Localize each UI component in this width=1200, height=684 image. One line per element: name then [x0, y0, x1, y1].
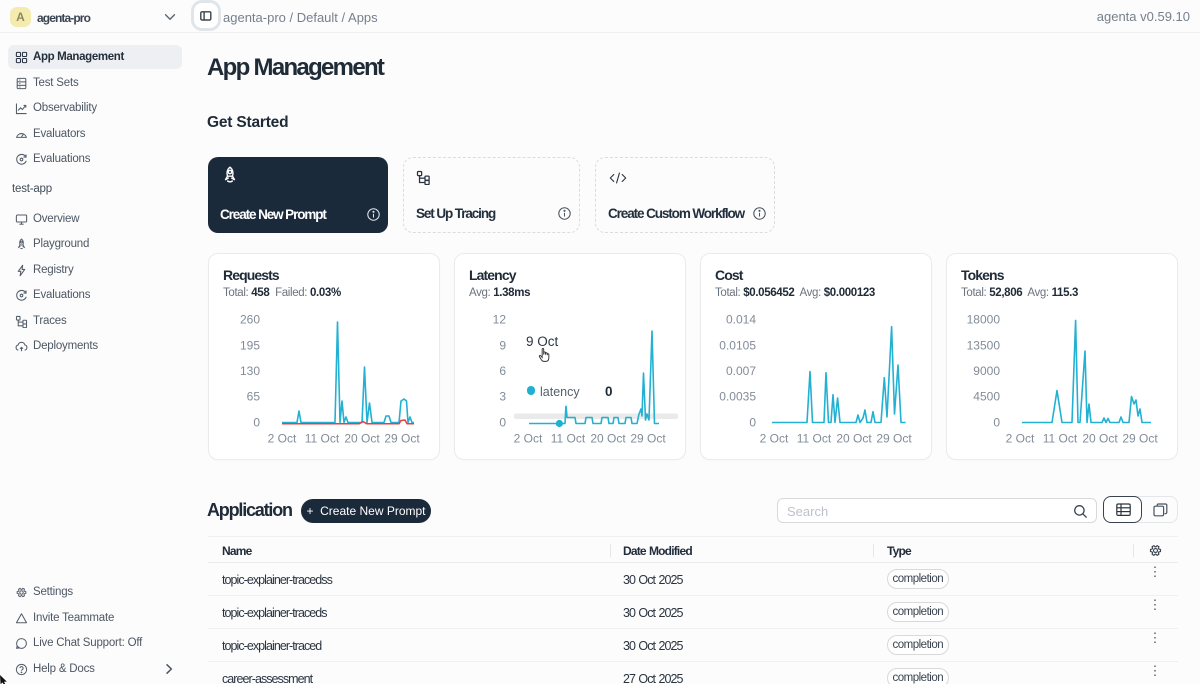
- svg-text:0: 0: [499, 416, 506, 430]
- svg-text:2 Oct: 2 Oct: [268, 432, 297, 446]
- svg-text:20 Oct: 20 Oct: [590, 432, 626, 446]
- svg-text:6: 6: [499, 364, 506, 378]
- svg-text:9000: 9000: [973, 364, 1000, 378]
- svg-text:20 Oct: 20 Oct: [1082, 432, 1118, 446]
- svg-text:29 Oct: 29 Oct: [876, 432, 912, 446]
- svg-text:2 Oct: 2 Oct: [514, 432, 543, 446]
- svg-text:11 Oct: 11 Oct: [551, 432, 586, 446]
- svg-text:20 Oct: 20 Oct: [344, 432, 380, 446]
- svg-text:2 Oct: 2 Oct: [1006, 432, 1035, 446]
- svg-text:18000: 18000: [967, 313, 1001, 327]
- svg-text:3: 3: [499, 390, 506, 404]
- svg-text:195: 195: [240, 339, 260, 353]
- svg-text:11 Oct: 11 Oct: [797, 432, 832, 446]
- svg-text:2 Oct: 2 Oct: [760, 432, 789, 446]
- svg-text:130: 130: [240, 364, 260, 378]
- svg-text:0.0035: 0.0035: [719, 390, 756, 404]
- svg-text:29 Oct: 29 Oct: [384, 432, 420, 446]
- svg-text:0.0105: 0.0105: [719, 339, 756, 353]
- svg-text:11 Oct: 11 Oct: [1043, 432, 1078, 446]
- svg-text:29 Oct: 29 Oct: [630, 432, 666, 446]
- svg-text:9: 9: [499, 339, 506, 353]
- svg-text:65: 65: [247, 390, 261, 404]
- svg-text:11 Oct: 11 Oct: [305, 432, 340, 446]
- svg-text:20 Oct: 20 Oct: [836, 432, 872, 446]
- svg-text:29 Oct: 29 Oct: [1122, 432, 1158, 446]
- svg-text:13500: 13500: [967, 339, 1001, 353]
- svg-text:260: 260: [240, 313, 260, 327]
- svg-text:0: 0: [993, 416, 1000, 430]
- svg-text:12: 12: [493, 313, 507, 327]
- svg-text:0: 0: [253, 416, 260, 430]
- svg-text:0: 0: [749, 416, 756, 430]
- svg-text:4500: 4500: [973, 390, 1000, 404]
- svg-text:0.007: 0.007: [726, 364, 756, 378]
- svg-text:0.014: 0.014: [726, 313, 756, 327]
